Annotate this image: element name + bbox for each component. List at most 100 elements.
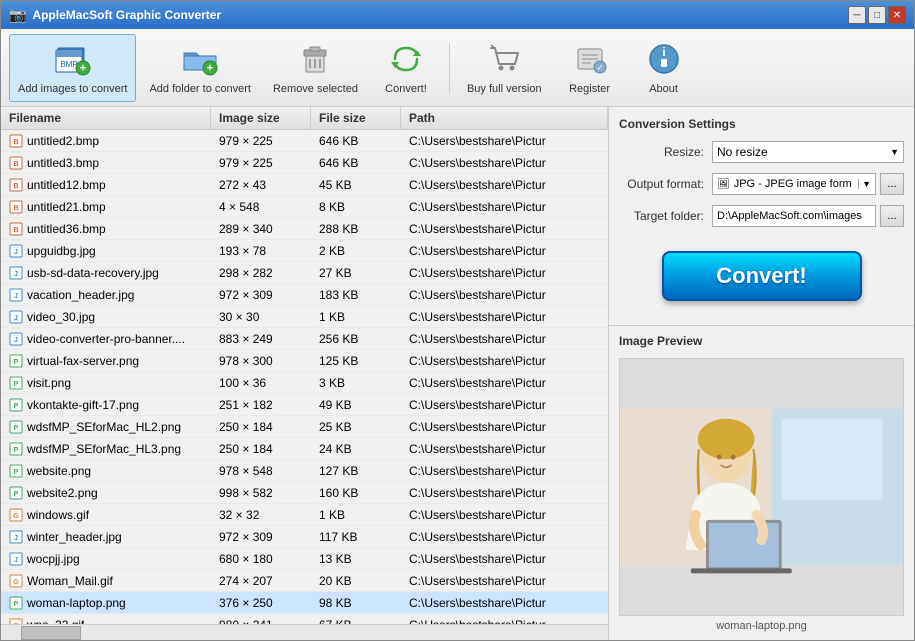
table-row[interactable]: J video-converter-pro-banner.... 883 × 2… <box>1 328 608 350</box>
file-type-icon: J <box>9 552 23 566</box>
maximize-button[interactable]: □ <box>868 6 886 24</box>
svg-text:B: B <box>13 161 18 168</box>
convert-button[interactable]: Convert! <box>371 34 441 102</box>
file-type-icon: P <box>9 442 23 456</box>
table-row[interactable]: J upguidbg.jpg 193 × 78 2 KB C:\Users\be… <box>1 240 608 262</box>
svg-text:B: B <box>13 205 18 212</box>
table-row[interactable]: B untitled3.bmp 979 × 225 646 KB C:\User… <box>1 152 608 174</box>
svg-text:BMP: BMP <box>60 60 77 69</box>
file-filesize: 27 KB <box>311 264 401 282</box>
table-row[interactable]: P visit.png 100 × 36 3 KB C:\Users\bests… <box>1 372 608 394</box>
file-type-icon: B <box>9 134 23 148</box>
table-row[interactable]: J vacation_header.jpg 972 × 309 183 KB C… <box>1 284 608 306</box>
svg-text:G: G <box>13 513 19 520</box>
title-controls: ─ □ ✕ <box>848 6 906 24</box>
file-path: C:\Users\bestshare\Pictur <box>401 264 608 282</box>
file-path: C:\Users\bestshare\Pictur <box>401 594 608 612</box>
folder-browse-button[interactable]: ... <box>880 205 904 227</box>
svg-text:P: P <box>14 403 19 410</box>
file-name: website2.png <box>27 486 98 500</box>
file-imgsize: 998 × 582 <box>211 484 311 502</box>
table-row[interactable]: G windows.gif 32 × 32 1 KB C:\Users\best… <box>1 504 608 526</box>
file-imgsize: 978 × 548 <box>211 462 311 480</box>
close-button[interactable]: ✕ <box>888 6 906 24</box>
table-row[interactable]: B untitled36.bmp 289 × 340 288 KB C:\Use… <box>1 218 608 240</box>
add-folder-button[interactable]: + Add folder to convert <box>140 34 260 102</box>
table-row[interactable]: G wps_22.gif 980 × 241 67 KB C:\Users\be… <box>1 614 608 624</box>
file-type-icon: P <box>9 354 23 368</box>
main-convert-button[interactable]: Convert! <box>662 251 862 301</box>
file-filesize: 45 KB <box>311 176 401 194</box>
register-button[interactable]: ✓ Register <box>555 34 625 102</box>
file-list-scroll[interactable]: B untitled2.bmp 979 × 225 646 KB C:\User… <box>1 130 608 624</box>
table-row[interactable]: J usb-sd-data-recovery.jpg 298 × 282 27 … <box>1 262 608 284</box>
table-row[interactable]: J video_30.jpg 30 × 30 1 KB C:\Users\bes… <box>1 306 608 328</box>
svg-text:P: P <box>14 381 19 388</box>
table-row[interactable]: P vkontakte-gift-17.png 251 × 182 49 KB … <box>1 394 608 416</box>
svg-text:P: P <box>14 447 19 454</box>
col-header-path: Path <box>401 107 608 129</box>
file-path: C:\Users\bestshare\Pictur <box>401 286 608 304</box>
add-images-button[interactable]: BMP + Add images to convert <box>9 34 136 102</box>
file-filesize: 1 KB <box>311 308 401 326</box>
svg-text:P: P <box>14 469 19 476</box>
table-row[interactable]: P website.png 978 × 548 127 KB C:\Users\… <box>1 460 608 482</box>
table-row[interactable]: J winter_header.jpg 972 × 309 117 KB C:\… <box>1 526 608 548</box>
add-folder-icon: + <box>180 39 220 79</box>
table-row[interactable]: J wocpjj.jpg 680 × 180 13 KB C:\Users\be… <box>1 548 608 570</box>
file-filesize: 25 KB <box>311 418 401 436</box>
file-name: untitled12.bmp <box>27 178 106 192</box>
table-row[interactable]: B untitled12.bmp 272 × 43 45 KB C:\Users… <box>1 174 608 196</box>
file-imgsize: 298 × 282 <box>211 264 311 282</box>
file-name: video-converter-pro-banner.... <box>27 332 185 346</box>
table-row[interactable]: G Woman_Mail.gif 274 × 207 20 KB C:\User… <box>1 570 608 592</box>
resize-select[interactable]: No resize ▼ <box>712 141 904 163</box>
file-filesize: 2 KB <box>311 242 401 260</box>
conversion-settings: Conversion Settings Resize: No resize ▼ … <box>609 107 914 326</box>
svg-text:P: P <box>14 491 19 498</box>
convert-label: Convert! <box>385 83 427 96</box>
hscroll-thumb[interactable] <box>21 626 81 640</box>
svg-text:B: B <box>13 139 18 146</box>
file-imgsize: 251 × 182 <box>211 396 311 414</box>
horizontal-scrollbar[interactable] <box>1 624 608 640</box>
hscroll-track[interactable] <box>1 625 608 641</box>
svg-text:J: J <box>14 271 18 278</box>
file-name: wdsfMP_SEforMac_HL3.png <box>27 442 181 456</box>
file-type-icon: P <box>9 596 23 610</box>
file-filesize: 20 KB <box>311 572 401 590</box>
preview-filename: woman-laptop.png <box>619 620 904 632</box>
file-name: video_30.jpg <box>27 310 95 324</box>
file-filesize: 3 KB <box>311 374 401 392</box>
table-row[interactable]: B untitled21.bmp 4 × 548 8 KB C:\Users\b… <box>1 196 608 218</box>
file-filesize: 125 KB <box>311 352 401 370</box>
file-path: C:\Users\bestshare\Pictur <box>401 176 608 194</box>
table-row[interactable]: P woman-laptop.png 376 × 250 98 KB C:\Us… <box>1 592 608 614</box>
table-row[interactable]: P wdsfMP_SEforMac_HL3.png 250 × 184 24 K… <box>1 438 608 460</box>
target-folder-value[interactable]: D:\AppleMacSoft.com\images <box>712 205 876 227</box>
svg-text:✓: ✓ <box>596 62 604 72</box>
table-row[interactable]: B untitled2.bmp 979 × 225 646 KB C:\User… <box>1 130 608 152</box>
about-button[interactable]: i About <box>629 34 699 102</box>
file-imgsize: 4 × 548 <box>211 198 311 216</box>
table-row[interactable]: P virtual-fax-server.png 978 × 300 125 K… <box>1 350 608 372</box>
file-imgsize: 979 × 225 <box>211 132 311 150</box>
main-content: Filename Image size File size Path B unt… <box>1 107 914 640</box>
file-filesize: 117 KB <box>311 528 401 546</box>
minimize-button[interactable]: ─ <box>848 6 866 24</box>
remove-selected-label: Remove selected <box>273 83 358 96</box>
table-row[interactable]: P website2.png 998 × 582 160 KB C:\Users… <box>1 482 608 504</box>
format-browse-button[interactable]: ... <box>880 173 904 195</box>
file-filesize: 1 KB <box>311 506 401 524</box>
target-folder-text: D:\AppleMacSoft.com\images <box>717 210 862 222</box>
file-imgsize: 978 × 300 <box>211 352 311 370</box>
file-type-icon: J <box>9 310 23 324</box>
remove-selected-button[interactable]: Remove selected <box>264 34 367 102</box>
table-row[interactable]: P wdsfMP_SEforMac_HL2.png 250 × 184 25 K… <box>1 416 608 438</box>
file-imgsize: 376 × 250 <box>211 594 311 612</box>
file-path: C:\Users\bestshare\Pictur <box>401 132 608 150</box>
buy-button[interactable]: Buy full version <box>458 34 551 102</box>
buy-icon <box>484 39 524 79</box>
output-format-select[interactable]: 🖼 JPG - JPEG image form ▼ <box>712 173 876 195</box>
preview-image-box <box>619 358 904 616</box>
